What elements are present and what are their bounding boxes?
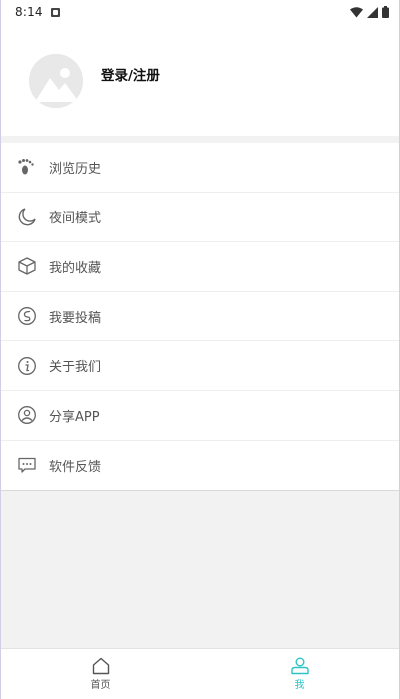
menu-item-label: 分享APP: [49, 409, 100, 425]
avatar-placeholder-icon: [29, 54, 83, 108]
tab-label: 我: [294, 680, 305, 691]
menu-item-label: 夜间模式: [49, 211, 102, 227]
tab-label: 首页: [90, 680, 111, 691]
menu-item-submit[interactable]: 我要投稿: [1, 292, 399, 342]
user-icon: [290, 657, 309, 675]
status-time: 8:14: [15, 5, 43, 19]
share-user-icon: [17, 405, 37, 425]
menu-item-label: 软件反馈: [49, 459, 102, 475]
footprints-icon: [17, 157, 37, 177]
moon-icon: [17, 207, 37, 227]
tab-me[interactable]: 我: [200, 649, 399, 699]
home-icon: [92, 657, 109, 675]
signal-icon: [367, 6, 378, 18]
info-icon: [17, 356, 37, 376]
avatar[interactable]: [29, 54, 83, 108]
box-icon: [17, 256, 37, 276]
menu-item-label: 浏览历史: [49, 161, 102, 177]
app-screen: 8:14 登录/注册 浏览历史 夜间模式 我的收藏 我要投稿 关于我们 分享AP…: [0, 0, 400, 699]
tab-home[interactable]: 首页: [1, 649, 200, 699]
menu-item-about[interactable]: 关于我们: [1, 341, 399, 391]
menu-item-label: 关于我们: [49, 360, 102, 376]
login-register-link[interactable]: 登录/注册: [101, 64, 160, 84]
notification-icon: [50, 7, 60, 17]
feedback-icon: [17, 455, 37, 475]
menu-item-label: 我的收藏: [49, 260, 102, 276]
menu-item-label: 我要投稿: [49, 310, 102, 326]
profile-header[interactable]: 登录/注册: [1, 24, 399, 136]
bottom-tab-bar: 首页 我: [1, 648, 399, 699]
wifi-icon: [350, 6, 363, 17]
menu-item-share[interactable]: 分享APP: [1, 391, 399, 441]
status-bar: 8:14: [1, 0, 399, 24]
menu-item-night-mode[interactable]: 夜间模式: [1, 193, 399, 243]
status-icons: [350, 6, 389, 18]
battery-icon: [382, 6, 389, 18]
menu-item-history[interactable]: 浏览历史: [1, 143, 399, 193]
menu-list: 浏览历史 夜间模式 我的收藏 我要投稿 关于我们 分享APP 软件反馈: [1, 143, 399, 492]
menu-item-feedback[interactable]: 软件反馈: [1, 441, 399, 491]
menu-item-favorites[interactable]: 我的收藏: [1, 242, 399, 292]
submit-icon: [17, 306, 37, 326]
